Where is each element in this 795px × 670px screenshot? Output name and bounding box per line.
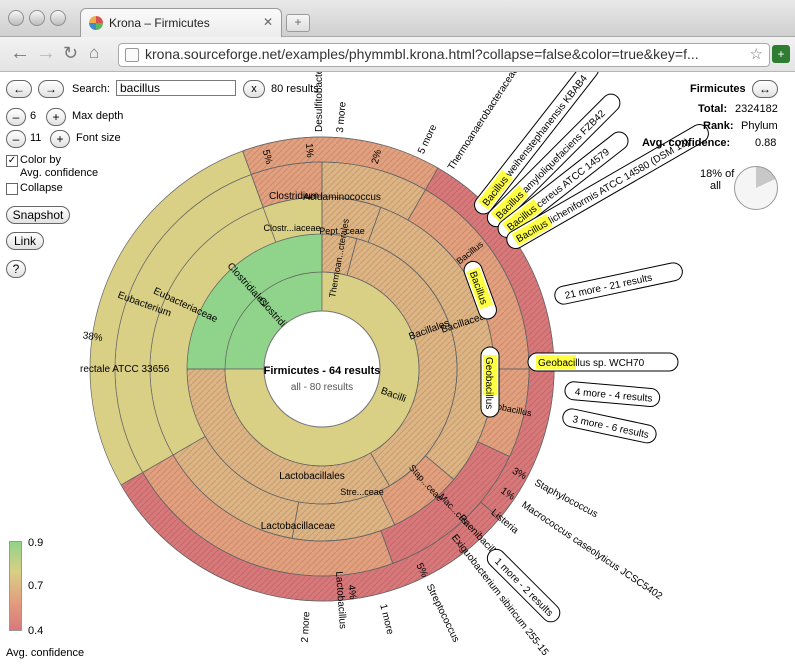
color-by-label: Color by bbox=[20, 154, 61, 166]
fraction-pie-chart bbox=[734, 166, 778, 210]
search-input[interactable] bbox=[116, 80, 236, 96]
krona-favicon-icon bbox=[89, 16, 103, 30]
confidence-label: Avg. confidence: bbox=[642, 137, 731, 149]
font-size-increase-button[interactable]: + bbox=[50, 130, 70, 148]
address-bar[interactable]: krona.sourceforge.net/examples/phymmbl.k… bbox=[118, 43, 770, 67]
search-results-count: 80 results bbox=[271, 83, 319, 95]
callout-geobacillus-genus[interactable]: Geobacillus bbox=[480, 346, 500, 418]
color-by-value: Avg. confidence bbox=[20, 167, 99, 179]
confidence-legend-bar bbox=[9, 541, 22, 631]
page-icon bbox=[125, 48, 139, 62]
minimize-window-button[interactable] bbox=[29, 10, 45, 26]
browser-tab[interactable]: Krona – Firmicutes ✕ bbox=[80, 8, 282, 37]
label-clostriaceae: Clostr...iaceae bbox=[263, 223, 320, 233]
new-tab-button[interactable]: + bbox=[286, 14, 310, 32]
zoom-window-button[interactable] bbox=[50, 10, 66, 26]
back-arrow-icon[interactable]: ← bbox=[10, 43, 30, 63]
label-lactobacillaceae: Lactobacillaceae bbox=[261, 521, 336, 532]
collapse-label: Collapse bbox=[20, 182, 63, 194]
label-more-5: 5 more bbox=[416, 123, 439, 156]
label-more-3: 3 more bbox=[335, 101, 349, 133]
label-streceae: Stre...ceae bbox=[340, 487, 384, 497]
close-tab-icon[interactable]: ✕ bbox=[263, 15, 273, 29]
confidence-value: 0.88 bbox=[755, 137, 777, 149]
details-name: Firmicutes bbox=[690, 83, 746, 95]
font-size-value: 11 bbox=[30, 132, 42, 144]
reload-icon[interactable]: ↻ bbox=[63, 43, 78, 63]
bookmark-star-icon[interactable]: ☆ bbox=[750, 45, 763, 63]
callout-4-more[interactable]: 4 more - 4 results bbox=[564, 381, 661, 407]
fraction-text-2: all bbox=[710, 180, 722, 192]
legend-min: 0.4 bbox=[28, 625, 44, 637]
label-eubacterium-rectale: rectale ATCC 33656 bbox=[80, 364, 170, 375]
clear-search-button[interactable]: x bbox=[243, 80, 265, 98]
legend-max: 0.9 bbox=[28, 537, 44, 549]
total-label: Total: bbox=[698, 103, 728, 115]
max-depth-value: 6 bbox=[30, 110, 37, 122]
window-titlebar: Krona – Firmicutes ✕ + bbox=[0, 0, 795, 37]
close-window-button[interactable] bbox=[8, 10, 24, 26]
krona-page: Clostridia Bacilli Clostridiales Bacillales… bbox=[0, 72, 795, 670]
fraction-text-1: 18% of bbox=[700, 168, 735, 180]
label-peptceae: Pept...ceae bbox=[319, 226, 365, 236]
legend-title: Avg. confidence bbox=[6, 647, 85, 659]
callout-3-more[interactable]: 3 more - 6 results bbox=[561, 407, 658, 444]
rank-value: Phylum bbox=[741, 120, 778, 132]
expand-details-button[interactable]: ↔ bbox=[752, 80, 778, 98]
max-depth-decrease-button[interactable]: – bbox=[6, 108, 26, 126]
font-size-label: Font size bbox=[76, 132, 121, 144]
callout-geobacillus-genus-text: Geobacillus bbox=[483, 357, 494, 409]
label-acidaminococcus: Acidaminococcus bbox=[303, 192, 381, 203]
search-label: Search: bbox=[72, 83, 110, 95]
snapshot-button[interactable]: Snapshot bbox=[6, 206, 70, 224]
max-depth-increase-button[interactable]: + bbox=[46, 108, 66, 126]
link-button[interactable]: Link bbox=[6, 232, 44, 250]
tab-title: Krona – Firmicutes bbox=[109, 16, 210, 30]
help-button[interactable]: ? bbox=[6, 260, 26, 278]
center-subtitle: all - 80 results bbox=[291, 382, 353, 393]
legend-mid: 0.7 bbox=[28, 580, 44, 592]
home-icon[interactable]: ⌂ bbox=[89, 43, 99, 63]
krona-sunburst-chart: ClostridiaBacilliClostridialesBacillales… bbox=[80, 72, 709, 658]
url-text: krona.sourceforge.net/examples/phymmbl.k… bbox=[145, 46, 699, 62]
back-button[interactable]: ← bbox=[6, 80, 32, 98]
forward-arrow-icon[interactable]: → bbox=[36, 43, 56, 63]
callout-21-more[interactable]: 21 more - 21 results bbox=[553, 261, 684, 306]
label-streptococcus: Streptococcus bbox=[424, 582, 462, 644]
font-size-decrease-button[interactable]: – bbox=[6, 130, 26, 148]
total-value: 2324182 bbox=[735, 103, 778, 115]
label-desulfito: Desulfitobacterium bbox=[314, 72, 325, 132]
callout-geobacillus-sp-text: Geobacillus sp. WCH70 bbox=[538, 358, 645, 369]
rank-label: Rank: bbox=[703, 120, 734, 132]
extension-icon[interactable]: + bbox=[772, 45, 790, 63]
max-depth-label: Max depth bbox=[72, 110, 124, 122]
label-more-2: 2 more bbox=[300, 611, 313, 643]
forward-button[interactable]: → bbox=[38, 80, 64, 98]
label-pct-a: 1% bbox=[303, 143, 315, 158]
callout-geobacillus-sp[interactable]: Geobacillus sp. WCH70 bbox=[527, 352, 679, 372]
browser-toolbar: ← → ↻ ⌂ krona.sourceforge.net/examples/p… bbox=[0, 37, 795, 72]
color-by-checkbox[interactable]: ✓ bbox=[6, 155, 18, 167]
label-more-1: 1 more bbox=[377, 603, 395, 636]
label-pct-lacto: 4% bbox=[345, 584, 358, 600]
collapse-checkbox[interactable] bbox=[6, 183, 18, 195]
label-lactobacillales: Lactobacillales bbox=[279, 471, 345, 482]
center-title: Firmicutes - 64 results bbox=[264, 365, 381, 377]
label-pct-eubacterium: 38% bbox=[82, 330, 103, 344]
